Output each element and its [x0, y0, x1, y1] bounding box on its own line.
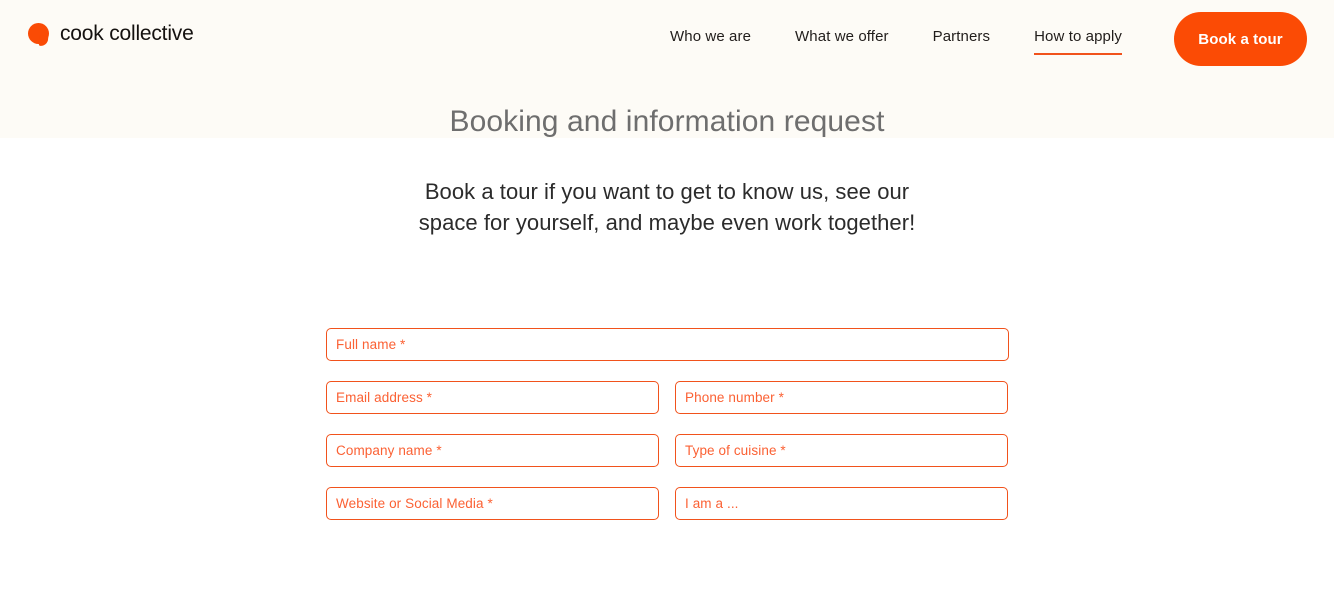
main-navigation: Who we are What we offer Partners How to…: [648, 26, 1144, 55]
website-or-social-media-input[interactable]: [326, 487, 659, 520]
phone-number-input[interactable]: [675, 381, 1008, 414]
form-row-contact: [326, 381, 1009, 414]
page-subtitle: Book a tour if you want to get to know u…: [0, 176, 1334, 238]
page-subtitle-line-1: Book a tour if you want to get to know u…: [424, 179, 910, 204]
brand-wordmark: cook collective: [60, 22, 194, 45]
brand-logo[interactable]: cook collective: [28, 22, 194, 46]
form-row-web-role: [326, 487, 1009, 520]
form-row-name: [326, 328, 1009, 361]
full-name-input[interactable]: [326, 328, 1009, 361]
i-am-a-input[interactable]: [675, 487, 1008, 520]
email-address-input[interactable]: [326, 381, 659, 414]
main-content: Book a tour if you want to get to know u…: [0, 138, 1334, 606]
nav-item-how-to-apply[interactable]: How to apply: [1012, 26, 1144, 55]
form-row-company: [326, 434, 1009, 467]
navbar: cook collective Who we are What we offer…: [0, 0, 1334, 78]
page-subtitle-line-2: space for yourself, and maybe even work …: [418, 210, 916, 235]
speech-bubble-icon: [28, 22, 51, 46]
site-header: cook collective Who we are What we offer…: [0, 0, 1334, 150]
nav-item-who-we-are[interactable]: Who we are: [648, 26, 773, 48]
company-name-input[interactable]: [326, 434, 659, 467]
booking-form: [326, 328, 1009, 520]
book-a-tour-button[interactable]: Book a tour: [1174, 12, 1307, 66]
type-of-cuisine-input[interactable]: [675, 434, 1008, 467]
nav-item-partners[interactable]: Partners: [911, 26, 1013, 48]
nav-item-what-we-offer[interactable]: What we offer: [773, 26, 911, 48]
